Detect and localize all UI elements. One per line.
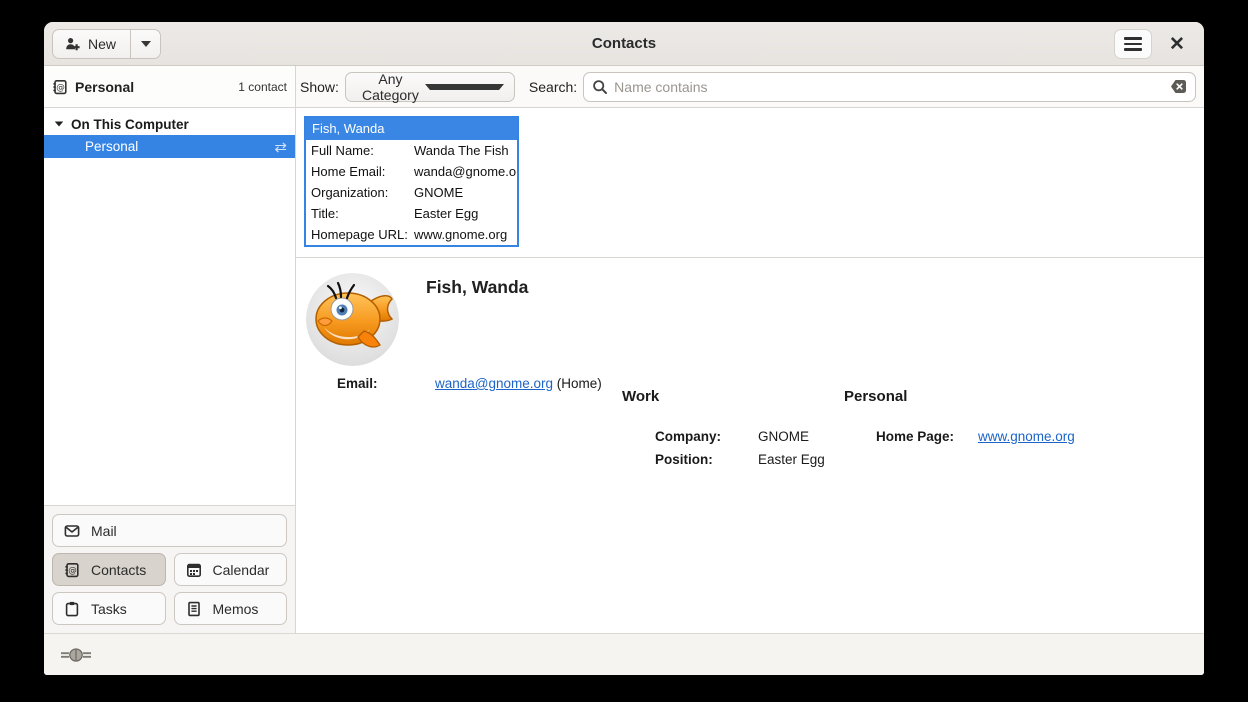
category-dropdown[interactable]: Any Category [345,72,515,102]
personal-section-heading: Personal [844,388,907,405]
minicard-row: Homepage URL: www.gnome.org [306,224,517,245]
search-icon [592,79,608,95]
contact-list: Fish, Wanda Full Name: Wanda The Fish Ho… [296,108,1204,258]
show-label: Show: [300,79,339,95]
tree-group-on-this-computer[interactable]: On This Computer [44,113,295,135]
position-label: Position: [655,452,713,467]
category-value: Any Category [356,71,425,103]
switcher-calendar-label: Calendar [213,562,270,578]
switcher-mail-label: Mail [91,523,117,539]
addressbook-header: @ Personal 1 contact [44,66,296,107]
content-pane: Fish, Wanda Full Name: Wanda The Fish Ho… [296,108,1204,633]
email-row: wanda@gnome.org (Home) [435,376,602,391]
addressbook-tree: On This Computer Personal ⇄ [44,108,295,505]
homepage-link[interactable]: www.gnome.org [978,429,1075,444]
search-input[interactable] [614,79,1164,95]
work-section-heading: Work [622,388,659,405]
company-label: Company: [655,429,721,444]
svg-text:@: @ [56,83,65,93]
component-switcher: Mail @ Contacts [44,505,295,633]
new-split-button: New [52,29,161,59]
tree-group-label: On This Computer [71,117,189,132]
toolbar: Show: Any Category Search: [296,66,1204,107]
clear-search-icon[interactable] [1170,78,1187,95]
window-title: Contacts [44,35,1204,52]
minicard-row: Home Email: wanda@gnome.org [306,161,517,182]
homepage-label: Home Page: [876,429,954,444]
close-icon: ✕ [1169,33,1185,56]
switcher-mail-button[interactable]: Mail [52,514,287,547]
email-label: Email: [337,376,378,391]
email-type: (Home) [553,376,602,391]
dropdown-arrow-icon [141,41,151,47]
avatar [306,273,399,366]
switcher-tasks-button[interactable]: Tasks [52,592,166,625]
email-link[interactable]: wanda@gnome.org [435,376,553,391]
close-button[interactable]: ✕ [1160,29,1194,59]
new-dropdown-button[interactable] [130,30,160,58]
switcher-memos-label: Memos [213,601,259,617]
calendar-icon [186,562,202,578]
hamburger-menu-icon [1124,37,1142,40]
chevron-down-icon [425,84,504,90]
header-row: @ Personal 1 contact Show: Any Category … [44,66,1204,108]
main-area: On This Computer Personal ⇄ Mail [44,108,1204,633]
new-button-label: New [88,36,116,52]
tasks-icon [64,601,80,617]
expander-icon [55,121,64,126]
mail-icon [64,523,80,539]
switcher-calendar-button[interactable]: Calendar [174,553,288,586]
preview-contact-name: Fish, Wanda [426,277,528,298]
contact-preview: Fish, Wanda Email: wanda@gnome.org (Home… [296,258,1204,633]
svg-text:@: @ [68,566,77,576]
switcher-memos-button[interactable]: Memos [174,592,288,625]
new-button[interactable]: New [53,30,130,58]
company-value: GNOME [758,429,809,444]
search-entry [583,72,1196,102]
online-status-plug-icon[interactable] [60,648,92,662]
new-contact-icon [65,36,81,52]
tree-item-personal[interactable]: Personal ⇄ [44,135,295,158]
minicard-title: Fish, Wanda [306,118,517,140]
switcher-contacts-label: Contacts [91,562,146,578]
tree-item-label: Personal [85,139,138,154]
statusbar [44,633,1204,675]
addressbook-title: Personal [75,79,134,95]
address-book-icon: @ [52,79,68,95]
evolution-window: Contacts New ✕ [44,22,1204,675]
sync-icon: ⇄ [274,138,287,156]
hamburger-menu-button[interactable] [1114,29,1152,59]
switcher-contacts-button[interactable]: @ Contacts [52,553,166,586]
minicard-row: Full Name: Wanda The Fish [306,140,517,161]
contact-count: 1 contact [238,80,287,94]
contacts-icon: @ [64,562,80,578]
search-label: Search: [529,79,577,95]
sidebar: On This Computer Personal ⇄ Mail [44,108,296,633]
position-value: Easter Egg [758,452,825,467]
minicard-row: Organization: GNOME [306,182,517,203]
contact-minicard[interactable]: Fish, Wanda Full Name: Wanda The Fish Ho… [304,116,519,247]
titlebar: Contacts New ✕ [44,22,1204,66]
switcher-tasks-label: Tasks [91,601,127,617]
memos-icon [186,601,202,617]
minicard-row: Title: Easter Egg [306,203,517,224]
